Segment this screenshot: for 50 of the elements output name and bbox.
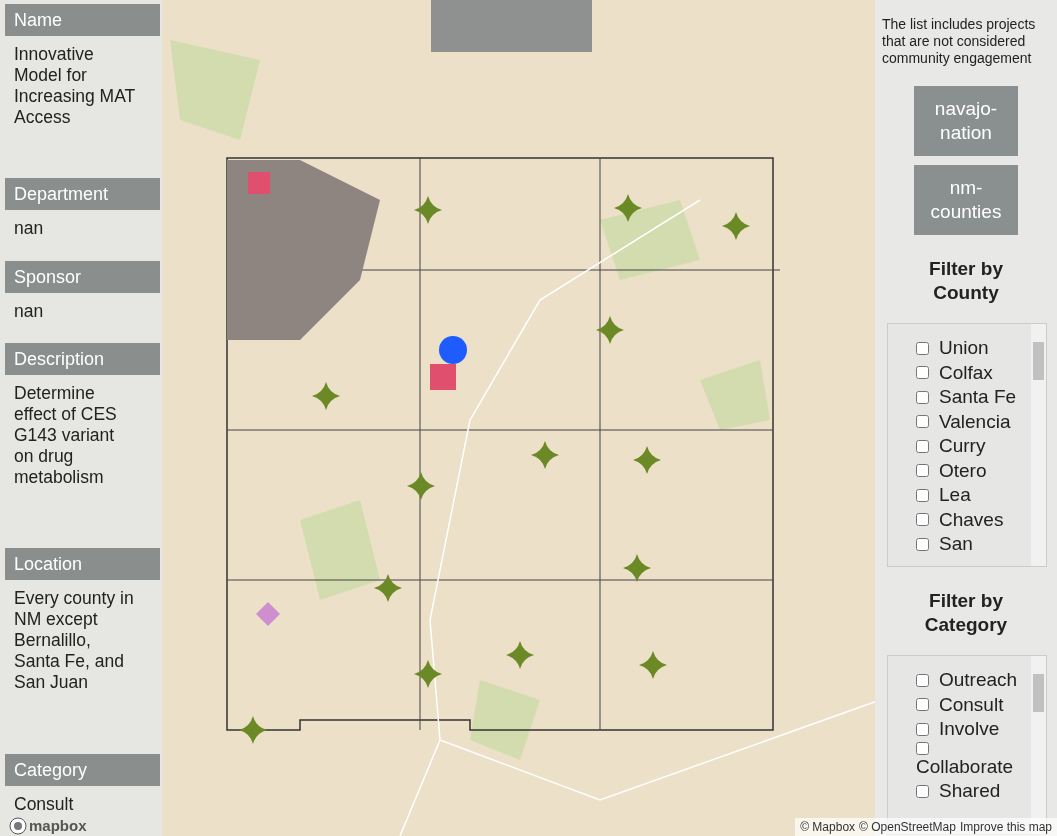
checkbox[interactable] [916, 464, 929, 478]
filter-option[interactable]: Shared [916, 779, 1030, 804]
filter-option[interactable]: Curry [916, 434, 1030, 459]
filter-option[interactable]: Outreach [916, 668, 1030, 693]
filter-option[interactable]: Santa Fe [916, 385, 1030, 410]
checkbox[interactable] [916, 415, 929, 429]
filter-option[interactable]: Otero [916, 458, 1030, 483]
section-value: Consult [13, 793, 75, 815]
section-value: Innovative Model for Increasing MAT Access [13, 43, 136, 128]
section-header: Name [5, 4, 160, 36]
filter-option[interactable]: Union [916, 336, 1030, 361]
checkbox[interactable] [916, 741, 929, 755]
attribution-link[interactable]: © OpenStreetMap [859, 818, 956, 836]
section-header: Sponsor [5, 261, 160, 293]
filter-option[interactable]: Involve [916, 717, 1030, 742]
filter-option[interactable]: Consult [916, 692, 1030, 717]
checkbox[interactable] [916, 488, 929, 502]
filter-title: Filter by County [928, 257, 1004, 305]
mapbox-logo[interactable]: mapbox [9, 816, 87, 835]
section-header: Location [5, 548, 160, 580]
filter-option[interactable]: Colfax [916, 360, 1030, 385]
section-header: Description [5, 343, 160, 375]
checkbox[interactable] [916, 390, 929, 404]
note-text: The list includes projects that are not considered community engagement [881, 16, 1037, 67]
filter-option[interactable]: San [916, 532, 1030, 557]
section-header: Department [5, 178, 160, 210]
checkbox[interactable] [916, 513, 929, 527]
checkbox[interactable] [916, 341, 929, 355]
checkbox[interactable] [916, 439, 929, 453]
filter-option[interactable]: Lea [916, 483, 1030, 508]
filter-option[interactable]: Valencia [916, 409, 1030, 434]
checkbox[interactable] [916, 537, 929, 551]
checkbox[interactable] [916, 366, 929, 380]
checkbox[interactable] [916, 673, 929, 687]
logo-text: mapbox [29, 816, 87, 835]
scrollbar[interactable] [1031, 324, 1046, 566]
attribution-link[interactable]: Improve this map [959, 818, 1052, 836]
filter-option[interactable]: Collaborate [916, 741, 1030, 779]
checkbox[interactable] [916, 722, 929, 736]
section-header: Category [5, 754, 160, 786]
section-value: nan [13, 217, 45, 239]
attribution-link[interactable]: © Mapbox [800, 818, 856, 836]
section-value: nan [13, 300, 45, 322]
checkbox[interactable] [916, 698, 929, 712]
checkbox[interactable] [916, 784, 929, 798]
filter-option[interactable]: Chaves [916, 507, 1030, 532]
filter-title: Filter by Category [923, 589, 1009, 637]
logo-icon [9, 816, 27, 835]
section-value: Determine effect of CES G143 variant on drug metabolism [13, 382, 118, 488]
section-value: Every county in NM except Bernalillo, Santa Fe, and San Juan [13, 587, 135, 693]
